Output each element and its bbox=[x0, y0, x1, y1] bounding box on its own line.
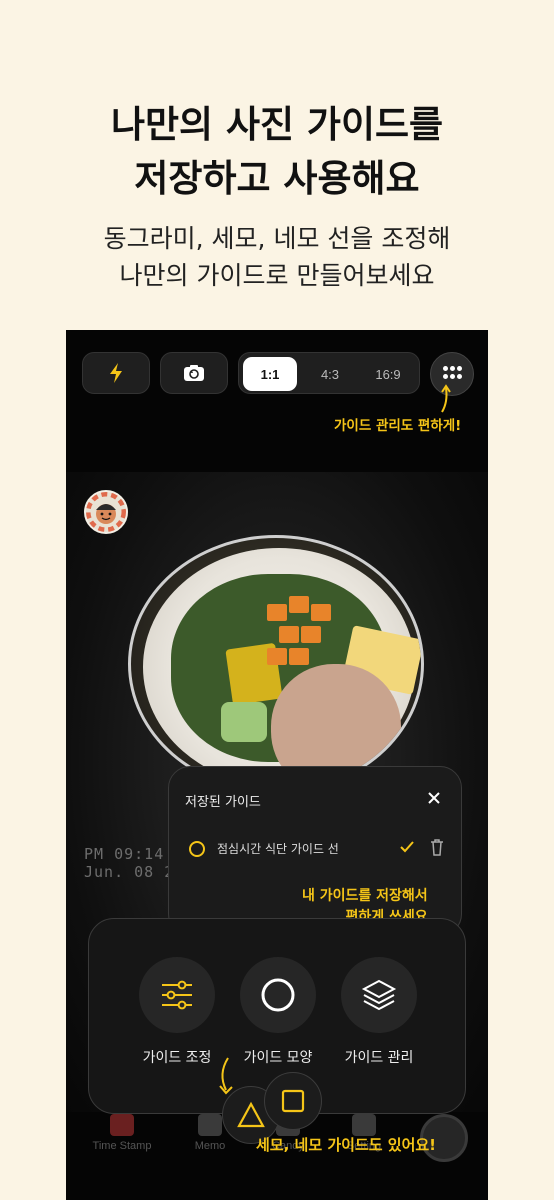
saved-guide-label: 점심시간 식단 가이드 선 bbox=[217, 842, 339, 856]
sliders-icon bbox=[162, 980, 192, 1010]
ratio-1-1[interactable]: 1:1 bbox=[243, 357, 297, 391]
phone-screen: 1:1 4:3 16:9 가이드 관리도 편하게! PM 09:14 Jun. … bbox=[66, 330, 488, 1200]
gear-icon bbox=[352, 1114, 376, 1136]
callout-save-line-1: 내 가이드를 저장해서 bbox=[302, 888, 428, 904]
avatar-face-icon bbox=[86, 492, 126, 532]
carrot bbox=[289, 596, 309, 613]
subtitle-line-1: 동그라미, 세모, 네모 선을 조정해 bbox=[103, 224, 451, 253]
timestamp-date: Jun. 08 2 bbox=[84, 863, 175, 881]
close-icon[interactable] bbox=[423, 787, 445, 809]
nav-time-stamp[interactable]: Time Stamp bbox=[80, 1114, 164, 1152]
cucumber bbox=[221, 702, 267, 742]
camera-switch-icon bbox=[184, 365, 204, 381]
carrot bbox=[267, 648, 287, 665]
check-icon[interactable] bbox=[398, 837, 416, 857]
circle-icon bbox=[261, 978, 295, 1012]
dialog-title: 저장된 가이드 bbox=[185, 795, 261, 810]
ratio-16-9[interactable]: 16:9 bbox=[361, 357, 415, 391]
avatar[interactable] bbox=[84, 490, 128, 534]
camera-switch-button[interactable] bbox=[160, 352, 228, 394]
square-icon bbox=[281, 1089, 305, 1113]
lightning-icon bbox=[110, 363, 122, 383]
aspect-ratio-selector: 1:1 4:3 16:9 bbox=[238, 352, 420, 394]
guide-menu-button[interactable] bbox=[430, 352, 474, 396]
option-label: 가이드 조정 bbox=[142, 1050, 212, 1066]
carrot bbox=[267, 604, 287, 621]
carrot bbox=[279, 626, 299, 643]
guide-adjust-option[interactable]: 가이드 조정 bbox=[129, 957, 225, 1067]
timestamp-overlay: PM 09:14 Jun. 08 2 bbox=[84, 845, 174, 881]
layers-icon bbox=[361, 979, 397, 1011]
subtitle: 동그라미, 세모, 네모 선을 조정해 나만의 가이드로 만들어보세요 bbox=[0, 220, 554, 294]
option-label: 가이드 모양 bbox=[243, 1050, 313, 1066]
seaweed-filling bbox=[171, 574, 421, 790]
callout-manage: 가이드 관리도 편하게! bbox=[334, 418, 462, 434]
gimbap-photo bbox=[128, 535, 424, 793]
headline-line-2: 저장하고 사용해요 bbox=[134, 157, 420, 200]
triangle-icon bbox=[237, 1101, 265, 1128]
timestamp-time: PM 09:14 bbox=[84, 845, 165, 863]
nav-label: Time Stamp bbox=[92, 1140, 152, 1152]
camera-toolbar: 1:1 4:3 16:9 bbox=[82, 352, 476, 396]
carrot bbox=[311, 604, 331, 621]
headline: 나만의 사진 가이드를 저장하고 사용해요 bbox=[0, 98, 554, 206]
guide-shape-option[interactable]: 가이드 모양 bbox=[230, 957, 326, 1067]
saved-guide-item[interactable]: 점심시간 식단 가이드 선 bbox=[187, 837, 447, 863]
ratio-4-3[interactable]: 4:3 bbox=[303, 357, 357, 391]
option-label: 가이드 관리 bbox=[344, 1050, 414, 1066]
guide-manage-option[interactable]: 가이드 관리 bbox=[331, 957, 427, 1067]
arrow-up-icon bbox=[441, 384, 451, 413]
trash-icon[interactable] bbox=[429, 837, 445, 857]
carrot bbox=[301, 626, 321, 643]
callout-shapes: 세모, 네모 가이드도 있어요! bbox=[256, 1136, 437, 1154]
timestamp-icon bbox=[110, 1114, 134, 1136]
square-shape-button[interactable] bbox=[264, 1072, 322, 1130]
memo-icon bbox=[198, 1114, 222, 1136]
carrot bbox=[289, 648, 309, 665]
nav-label: Memo bbox=[194, 1140, 226, 1152]
flash-button[interactable] bbox=[82, 352, 150, 394]
headline-line-1: 나만의 사진 가이드를 bbox=[110, 103, 444, 146]
circle-radio-icon bbox=[189, 841, 205, 857]
subtitle-line-2: 나만의 가이드로 만들어보세요 bbox=[119, 261, 435, 290]
